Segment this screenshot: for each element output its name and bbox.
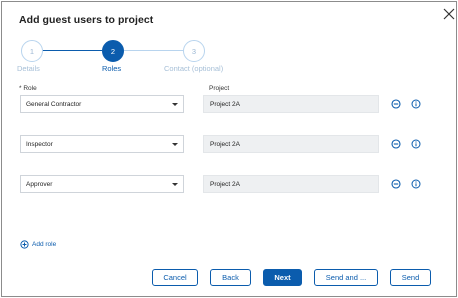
dialog-title: Add guest users to project — [19, 14, 154, 26]
project-field-1: Project 2A — [203, 95, 379, 113]
role-select-3[interactable]: Approver — [20, 175, 184, 193]
info-icon[interactable] — [411, 179, 421, 189]
project-field-value: Project 2A — [210, 141, 240, 148]
role-column-header: * Role — [19, 85, 37, 92]
plus-circle-icon — [20, 240, 29, 249]
chevron-down-icon — [172, 183, 178, 186]
step-2-number: 2 — [110, 46, 116, 56]
stepper-connector-2 — [124, 50, 184, 51]
chevron-down-icon — [172, 143, 178, 146]
step-3-label: Contact (optional) — [164, 64, 224, 73]
back-button[interactable]: Back — [210, 269, 251, 286]
project-field-value: Project 2A — [210, 101, 240, 108]
send-button[interactable]: Send — [390, 269, 431, 286]
step-3-circle[interactable]: 3 — [183, 40, 205, 62]
step-1-label: Details — [17, 64, 40, 73]
role-select-value: Approver — [26, 181, 53, 188]
minus-circle-icon[interactable] — [391, 179, 401, 189]
chevron-down-icon — [172, 103, 178, 106]
step-1-circle[interactable]: 1 — [21, 40, 43, 62]
role-select-value: General Contractor — [26, 101, 82, 108]
project-field-value: Project 2A — [210, 181, 240, 188]
step-2-circle[interactable]: 2 — [102, 40, 124, 62]
info-icon[interactable] — [411, 139, 421, 149]
minus-circle-icon[interactable] — [391, 99, 401, 109]
project-column-header: Project — [209, 85, 230, 92]
step-2-label: Roles — [102, 64, 122, 73]
project-field-2: Project 2A — [203, 135, 379, 153]
cancel-button[interactable]: Cancel — [152, 269, 198, 286]
step-1-number: 1 — [29, 46, 35, 56]
project-field-3: Project 2A — [203, 175, 379, 193]
minus-circle-icon[interactable] — [391, 139, 401, 149]
next-button[interactable]: Next — [263, 269, 302, 286]
info-icon[interactable] — [411, 99, 421, 109]
close-icon[interactable] — [442, 7, 456, 21]
add-role-label: Add role — [32, 241, 57, 248]
dialog: Add guest users to project 1 2 3 Details… — [1, 1, 457, 297]
add-role-button[interactable]: Add role — [20, 240, 56, 249]
role-select-2[interactable]: Inspector — [20, 135, 184, 153]
send-and-button[interactable]: Send and ... — [314, 269, 378, 286]
stepper-connector-1 — [42, 50, 102, 51]
step-3-number: 3 — [191, 46, 197, 56]
role-select-1[interactable]: General Contractor — [20, 95, 184, 113]
role-select-value: Inspector — [26, 141, 53, 148]
